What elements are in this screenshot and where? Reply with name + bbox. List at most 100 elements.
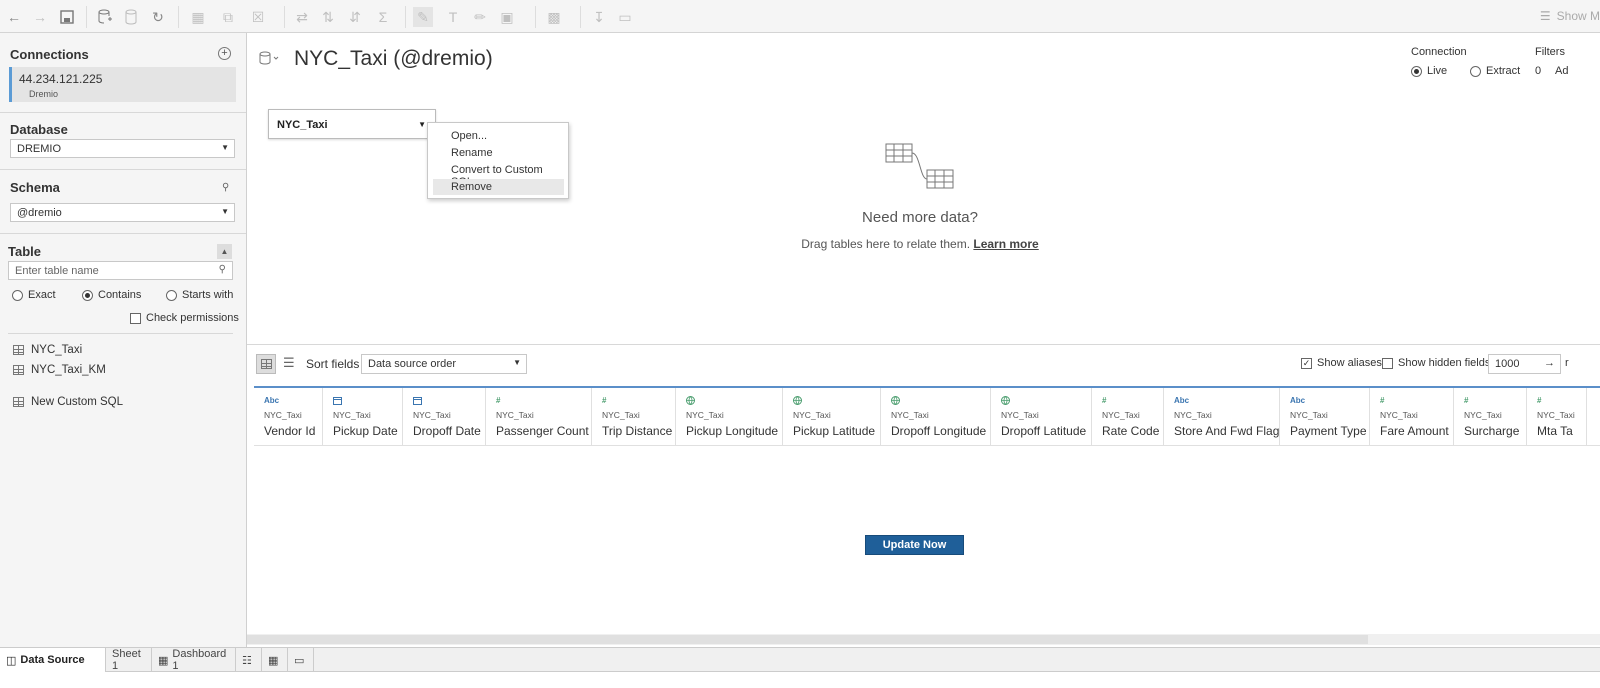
sort-fields-select[interactable]: Data source order ▼ [361,354,527,374]
chevron-down-icon: ▼ [221,143,229,152]
field-type-icon[interactable] [793,396,802,407]
field-type-icon[interactable]: # [1102,396,1106,405]
column-header[interactable]: # NYC_Taxi Trip Distance [592,388,676,446]
highlight-icon[interactable]: ✎ [413,7,433,27]
column-header[interactable]: NYC_Taxi Dropoff Latitude [991,388,1092,446]
save-icon[interactable] [57,7,77,27]
schema-select[interactable]: @dremio ▼ [10,203,235,222]
fit-icon[interactable]: ▣ [497,7,517,27]
field-type-icon[interactable]: # [1537,396,1541,405]
table-icon [13,365,24,375]
sort-ascending-icon[interactable]: ⇅ [318,7,338,27]
menu-convert-custom-sql[interactable]: Convert to Custom SQL [433,162,564,188]
field-type-icon[interactable] [891,396,900,407]
column-header[interactable]: # NYC_Taxi Fare Amount [1370,388,1454,446]
field-type-icon[interactable] [333,396,342,407]
column-header[interactable]: # NYC_Taxi Surcharge [1454,388,1527,446]
annotate-icon[interactable]: ✏ [470,7,490,27]
column-header[interactable]: # NYC_Taxi Passenger Count [486,388,592,446]
pause-updates-icon[interactable] [121,7,141,27]
tab-data-source[interactable]: ◫ Data Source [0,648,106,672]
forward-icon[interactable]: → [30,7,50,27]
tab-sheet-1[interactable]: Sheet 1 [106,648,152,672]
column-header[interactable]: Abc NYC_Taxi Store And Fwd Flag [1164,388,1280,446]
new-sheet-icon[interactable]: ☷ [236,648,262,672]
new-dashboard-icon[interactable]: ▦ [262,648,288,672]
column-header[interactable]: Abc NYC_Taxi Vendor Id [254,388,323,446]
labels-icon[interactable]: T [443,7,463,27]
chevron-down-icon[interactable]: ▼ [418,120,426,129]
database-select[interactable]: DREMIO ▼ [10,139,235,158]
update-now-button[interactable]: Update Now [865,535,964,555]
radio-contains[interactable]: Contains [82,289,141,301]
column-header[interactable]: Abc NYC_Taxi Payment Type [1280,388,1370,446]
column-header[interactable]: # NYC_Taxi Rate Code [1092,388,1164,446]
field-name: Dropoff Longitude [891,424,987,438]
menu-rename[interactable]: Rename [433,145,564,161]
sort-descending-icon[interactable]: ⇵ [345,7,365,27]
add-connection-icon[interactable]: + [218,47,231,60]
field-type-icon[interactable] [1001,396,1010,407]
column-header[interactable]: NYC_Taxi Pickup Latitude [783,388,881,446]
show-cards-icon[interactable]: ▩ [544,7,564,27]
back-icon[interactable]: ← [4,7,24,27]
refresh-icon[interactable]: ↻ [148,7,168,27]
swap-icon[interactable]: ⇄ [292,7,312,27]
new-worksheet-icon[interactable]: ▦ [188,7,208,27]
column-header[interactable]: NYC_Taxi Pickup Date [323,388,403,446]
column-header[interactable]: NYC_Taxi Dropoff Longitude [881,388,991,446]
grid-view-icon[interactable] [256,354,276,374]
learn-more-link[interactable]: Learn more [973,237,1038,251]
scrollbar-thumb[interactable] [247,635,1368,644]
menu-open[interactable]: Open... [433,128,564,144]
field-type-icon[interactable]: # [1464,396,1468,405]
arrow-right-icon[interactable]: → [1544,357,1555,369]
field-type-icon[interactable]: # [1380,396,1384,405]
field-name: Rate Code [1102,424,1160,438]
menu-remove[interactable]: Remove [433,179,564,195]
field-type-icon[interactable]: Abc [1174,396,1189,405]
show-me-button[interactable]: ☰ Show M [1540,9,1600,23]
radio-starts-with[interactable]: Starts with [166,289,233,301]
column-header[interactable]: NYC_Taxi Pickup Longitude [676,388,783,446]
field-type-icon[interactable]: Abc [1290,396,1305,405]
horizontal-scrollbar[interactable] [247,634,1600,645]
radio-extract[interactable]: Extract [1470,65,1520,77]
table-pill-nyc-taxi[interactable]: NYC_Taxi ▼ [268,109,436,139]
schema-search-icon[interactable]: ⚲ [222,182,229,193]
new-custom-sql[interactable]: New Custom SQL [13,396,123,408]
show-hidden-fields-checkbox[interactable]: Show hidden fields [1382,357,1490,369]
field-type-icon[interactable]: # [602,396,606,405]
page-title[interactable]: NYC_Taxi (@dremio) [294,47,493,71]
field-source: NYC_Taxi [793,410,831,420]
filters-add-link[interactable]: Ad [1555,65,1568,77]
totals-icon[interactable]: Σ [373,7,393,27]
collapse-icon[interactable]: ▲ [217,244,232,259]
table-search-input[interactable]: Enter table name ⚲ [8,261,233,280]
connection-item[interactable]: 44.234.121.225 Dremio [9,67,236,102]
radio-live[interactable]: Live [1411,65,1447,77]
new-story-icon[interactable]: ▭ [288,648,314,672]
field-type-icon[interactable]: # [496,396,500,405]
field-type-icon[interactable]: Abc [264,396,279,405]
radio-exact[interactable]: Exact [12,289,56,301]
duplicate-icon[interactable]: ⧉ [218,7,238,27]
data-source-icon[interactable] [259,51,281,68]
column-header[interactable]: # NYC_Taxi Mta Ta [1527,388,1587,446]
fields-toolbar: ☰ Sort fields Data source order ▼ ✓ Show … [247,344,1600,384]
chevron-down-icon: ▼ [513,358,521,367]
table-item-nyc-taxi[interactable]: NYC_Taxi [13,344,82,356]
field-type-icon[interactable] [413,396,422,407]
tab-dashboard-1[interactable]: ▦ Dashboard 1 [152,648,236,672]
show-aliases-checkbox[interactable]: ✓ Show aliases [1301,357,1382,369]
clear-sheet-icon[interactable]: ☒ [248,7,268,27]
download-icon[interactable]: ↧ [589,7,609,27]
check-permissions-checkbox[interactable]: Check permissions [130,312,239,324]
table-item-nyc-taxi-km[interactable]: NYC_Taxi_KM [13,364,106,376]
column-header[interactable]: NYC_Taxi Dropoff Date [403,388,486,446]
field-type-icon[interactable] [686,396,695,407]
list-view-icon[interactable]: ☰ [283,355,295,371]
new-data-source-icon[interactable] [95,7,115,27]
rows-input[interactable]: 1000 → [1488,354,1561,374]
presentation-icon[interactable]: ▭ [615,7,635,27]
